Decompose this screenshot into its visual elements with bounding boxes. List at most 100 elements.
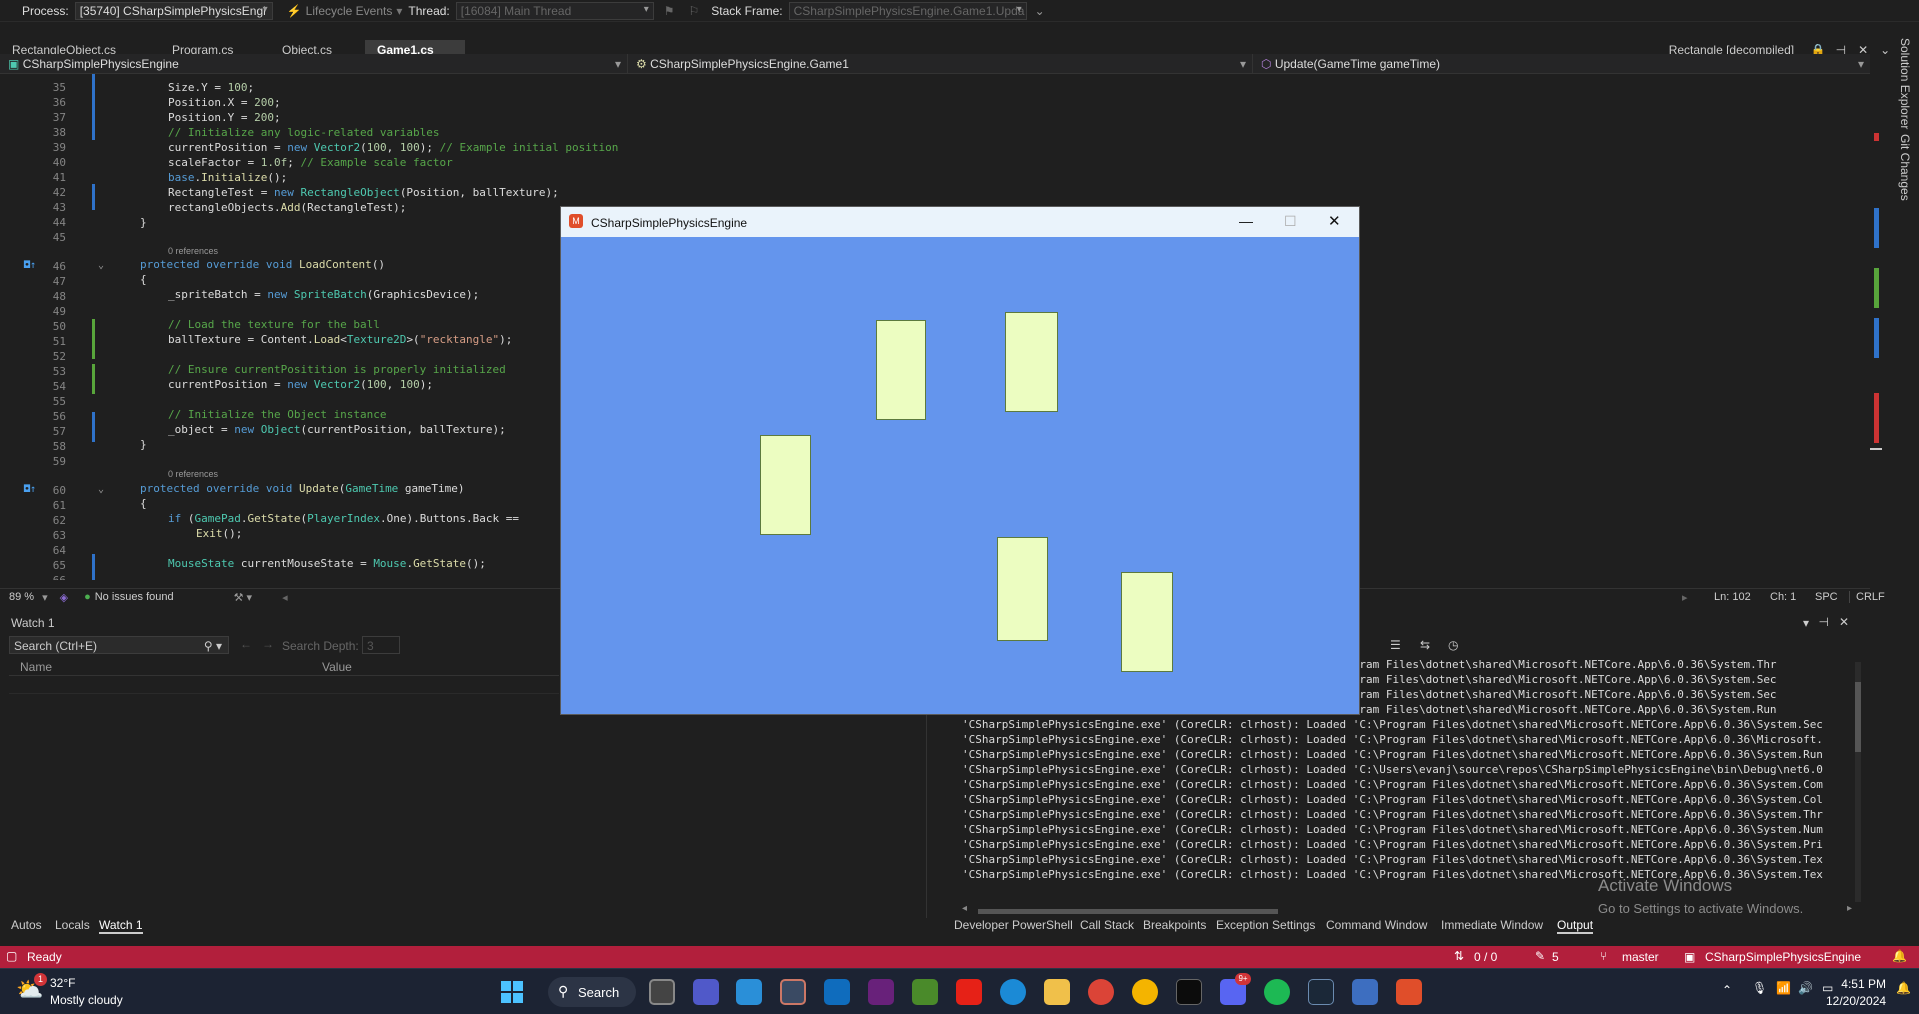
brush-icon[interactable]: ⚒ ▾	[234, 591, 252, 604]
microphone-icon[interactable]: 🎙	[1752, 981, 1767, 995]
forward-arrow-icon[interactable]: →	[262, 637, 274, 651]
tab-call-stack[interactable]: Call Stack	[1080, 918, 1134, 932]
edge-icon[interactable]	[1000, 979, 1026, 1005]
codelens-references[interactable]: 0 references	[168, 469, 218, 479]
copilot-icon[interactable]	[736, 979, 762, 1005]
issues-status[interactable]: No issues found	[95, 591, 174, 603]
sync-count[interactable]: 0 / 0	[1474, 950, 1497, 964]
repo-name[interactable]: CSharpSimplePhysicsEngine	[1705, 950, 1861, 964]
search-depth-combo[interactable]: 3	[362, 636, 400, 654]
taskbar-search-button[interactable]: ⚲ Search	[548, 977, 636, 1007]
column-name[interactable]: Name	[20, 660, 52, 674]
line-ending[interactable]: CRLF	[1849, 591, 1885, 603]
close-icon[interactable]: ✕	[1839, 615, 1849, 629]
member-dropdown[interactable]: ⬡ Update(GameTime gameTime) ▾	[1253, 54, 1870, 74]
close-icon[interactable]: ✕	[1328, 212, 1341, 230]
minecraft-icon[interactable]	[912, 979, 938, 1005]
word-wrap-icon[interactable]: ⇆	[1420, 638, 1430, 652]
scroll-right-icon[interactable]: ▸	[1682, 591, 1688, 604]
pin-icon[interactable]: ⊣	[1819, 615, 1829, 629]
branch-icon[interactable]: ⑂	[1600, 949, 1607, 963]
override-icon[interactable]: ◘↑	[24, 260, 36, 271]
scroll-right-icon[interactable]: ▸	[1847, 903, 1852, 914]
toolbar-overflow-icon[interactable]: ⌄	[1035, 4, 1045, 18]
tab-exception-settings[interactable]: Exception Settings	[1216, 918, 1315, 932]
maximize-icon[interactable]: ☐	[1284, 213, 1297, 230]
whitespace-mode[interactable]: SPC	[1815, 591, 1838, 603]
task-view-icon[interactable]	[649, 979, 675, 1005]
repo-icon[interactable]: ▣	[1684, 950, 1695, 964]
changes-count[interactable]: 5	[1552, 950, 1559, 964]
store-icon[interactable]	[824, 979, 850, 1005]
codelens-references[interactable]: 0 references	[168, 246, 218, 256]
override-icon[interactable]: ◘↑	[24, 484, 36, 495]
game-title-bar[interactable]: M CSharpSimplePhysicsEngine — ☐ ✕	[561, 207, 1359, 237]
tab-watch1[interactable]: Watch 1	[99, 918, 143, 934]
clock-icon[interactable]: ◷	[1448, 638, 1458, 652]
tab-autos[interactable]: Autos	[11, 918, 42, 932]
dropdown-icon[interactable]: ▾	[1803, 616, 1809, 630]
stackframe-combo[interactable]: CSharpSimplePhysicsEngine.Game1.Upda	[788, 1, 1027, 20]
class-dropdown[interactable]: ⚙ CSharpSimplePhysicsEngine.Game1 ▾	[628, 54, 1253, 74]
chevron-up-icon[interactable]: ⌃	[1722, 983, 1732, 997]
collapse-icon[interactable]: ⌄	[98, 260, 104, 271]
file-explorer-icon[interactable]	[1044, 979, 1070, 1005]
youtube-icon[interactable]	[956, 979, 982, 1005]
tab-locals[interactable]: Locals	[55, 918, 90, 932]
column-value[interactable]: Value	[322, 660, 352, 674]
scroll-left-icon[interactable]: ◂	[282, 591, 288, 604]
game-window[interactable]: M CSharpSimplePhysicsEngine — ☐ ✕	[560, 206, 1360, 715]
tab-developer-powershell[interactable]: Developer PowerShell	[954, 918, 1073, 932]
monogame-taskbar-icon[interactable]	[1396, 979, 1422, 1005]
terminal-icon[interactable]	[1176, 979, 1202, 1005]
chevron-down-icon[interactable]: ▾	[42, 591, 48, 604]
photos-icon[interactable]	[780, 979, 806, 1005]
app-icon[interactable]	[1352, 979, 1378, 1005]
battery-icon[interactable]: ▭	[1822, 981, 1833, 995]
flag-icon[interactable]: ⚑	[664, 4, 675, 18]
clear-all-icon[interactable]: ☰	[1390, 638, 1401, 652]
watch-empty-row[interactable]	[9, 678, 559, 694]
weather-desc[interactable]: Mostly cloudy	[50, 993, 123, 1007]
vertical-scrollbar[interactable]	[1855, 662, 1861, 902]
visual-studio-icon[interactable]	[868, 979, 894, 1005]
volume-icon[interactable]: 🔊	[1798, 981, 1813, 995]
start-icon[interactable]	[499, 979, 525, 1005]
process-combo[interactable]: [35740] CSharpSimplePhysicsEngi	[74, 1, 273, 20]
zoom-level[interactable]: 89 %	[9, 591, 34, 603]
watch-search-input[interactable]: Search (Ctrl+E) ⚲ ▾	[9, 636, 229, 654]
line-number[interactable]: Ln: 102	[1714, 591, 1751, 603]
intellicode-icon[interactable]: ◈	[60, 591, 68, 604]
lifecycle-events-button[interactable]: Lifecycle Events	[306, 4, 393, 18]
project-dropdown[interactable]: ▣ CSharpSimplePhysicsEngine ▾	[0, 54, 628, 74]
collapse-icon[interactable]: ⌄	[98, 484, 104, 495]
spotify-icon[interactable]	[1264, 979, 1290, 1005]
back-arrow-icon[interactable]: ←	[240, 637, 252, 651]
pencil-icon[interactable]: ✎	[1535, 949, 1545, 963]
teams-icon[interactable]	[693, 979, 719, 1005]
tab-immediate-window[interactable]: Immediate Window	[1441, 918, 1543, 932]
tab-breakpoints[interactable]: Breakpoints	[1143, 918, 1206, 932]
weather-temp[interactable]: 32°F	[50, 976, 75, 990]
chrome-profile-icon[interactable]	[1132, 979, 1158, 1005]
scroll-left-icon[interactable]: ◂	[962, 903, 967, 914]
wifi-icon[interactable]: 📶	[1776, 981, 1791, 995]
chevron-down-icon[interactable]: ▾	[396, 4, 402, 18]
notification-bell-icon[interactable]: 🔔	[1896, 981, 1911, 995]
tab-output[interactable]: Output	[1557, 918, 1594, 934]
editor-scrollbar[interactable]	[1870, 38, 1882, 568]
tab-command-window[interactable]: Command Window	[1326, 918, 1427, 932]
scroll-thumb[interactable]	[1855, 682, 1861, 752]
lifecycle-icon[interactable]: ⚡	[287, 4, 302, 18]
minimize-icon[interactable]: —	[1239, 213, 1253, 229]
clock-date[interactable]: 12/20/2024	[1826, 994, 1886, 1008]
sync-icon[interactable]: ⇅	[1454, 949, 1464, 963]
branch-name[interactable]: master	[1622, 950, 1659, 964]
clock-time[interactable]: 4:51 PM	[1840, 977, 1886, 991]
column-number[interactable]: Ch: 1	[1770, 591, 1796, 603]
steam-icon[interactable]	[1308, 979, 1334, 1005]
git-changes-tab[interactable]: Git Changes	[1898, 134, 1912, 201]
chrome-icon[interactable]	[1088, 979, 1114, 1005]
scroll-thumb[interactable]	[978, 909, 1278, 914]
notifications-icon[interactable]: 🔔	[1892, 949, 1907, 963]
